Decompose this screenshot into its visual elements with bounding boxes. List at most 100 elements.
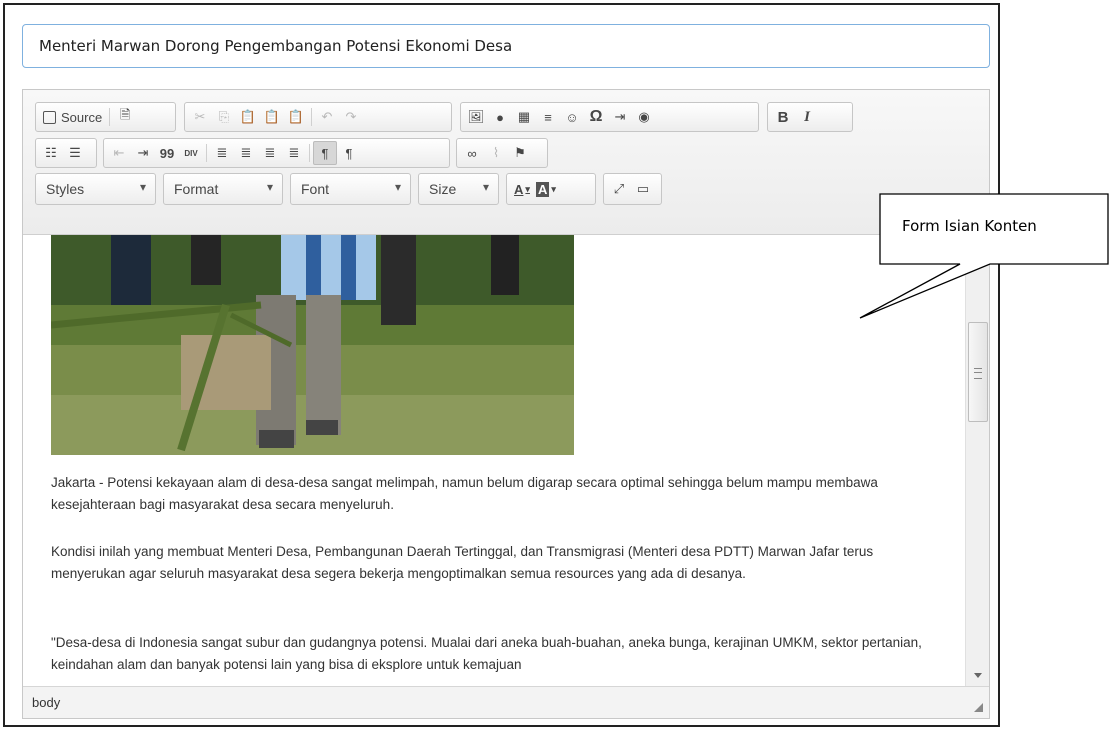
copy-button[interactable]: ⎘ — [212, 105, 236, 129]
link-button[interactable]: ∞ — [460, 141, 484, 165]
globe-icon: ◉ — [638, 109, 650, 124]
div-button[interactable]: DIV — [179, 141, 203, 165]
anchor-button[interactable]: ⚑ — [508, 141, 532, 165]
dropdown-arrow-icon: ▾ — [551, 183, 556, 194]
source-button[interactable]: Source — [39, 105, 106, 129]
align-right-button[interactable]: ≣ — [258, 141, 282, 165]
dropdown-arrow-icon: ▾ — [482, 180, 489, 194]
flash-button[interactable]: ● — [488, 105, 512, 129]
smiley-icon: ☺ — [565, 109, 579, 125]
show-blocks-button[interactable]: ▭ — [631, 177, 655, 201]
horizontal-rule-icon: ≡ — [544, 109, 552, 125]
maximize-button[interactable]: ⤢ — [607, 177, 631, 201]
editor-content[interactable]: Jakarta - Potensi kekayaan alam di desa-… — [23, 235, 965, 686]
redo-icon: ↷ — [345, 109, 357, 124]
italic-label: I — [804, 108, 810, 125]
paste-text-icon: 📋 — [263, 109, 281, 124]
italic-button[interactable]: I — [795, 105, 819, 129]
paste-button[interactable]: 📋 — [236, 105, 260, 129]
element-path[interactable]: body — [32, 695, 60, 710]
show-blocks-icon: ▭ — [636, 181, 650, 196]
bg-color-button[interactable]: A ▾ — [534, 177, 558, 201]
ltr-button[interactable]: ¶ — [313, 141, 337, 165]
special-char-button[interactable]: Ω — [584, 105, 608, 129]
separator — [309, 144, 310, 162]
title-input[interactable] — [22, 24, 990, 68]
vertical-scrollbar[interactable] — [965, 235, 989, 686]
table-button[interactable]: ▦ — [512, 105, 536, 129]
numbered-list-button[interactable]: ☷ — [39, 141, 63, 165]
align-center-button[interactable]: ≣ — [234, 141, 258, 165]
source-group: Source 🗎 — [35, 102, 176, 132]
dropdown-arrow-icon: ▾ — [266, 180, 273, 194]
paste-word-button[interactable]: 📋 — [284, 105, 308, 129]
unlink-icon: ⌇ — [492, 145, 500, 160]
align-left-button[interactable]: ≣ — [210, 141, 234, 165]
size-label: Size — [429, 181, 457, 197]
text-rtl-icon: ¶ — [345, 145, 353, 161]
resize-handle-icon[interactable] — [974, 703, 983, 712]
colors-group: A ▾ A ▾ — [506, 173, 596, 205]
scrollbar-thumb[interactable] — [968, 322, 988, 422]
source-label: Source — [61, 109, 103, 125]
horizontal-rule-button[interactable]: ≡ — [536, 105, 560, 129]
source-icon — [43, 110, 56, 124]
paragraph-group: ⇤ ⇥ 99 DIV ≣ ≣ ≣ ≣ ¶ ¶ — [103, 138, 450, 168]
dropdown-arrow-icon: ▾ — [394, 180, 401, 194]
outdent-button[interactable]: ⇤ — [107, 141, 131, 165]
smiley-button[interactable]: ☺ — [560, 105, 584, 129]
scroll-down-icon[interactable] — [974, 673, 982, 678]
indent-button[interactable]: ⇥ — [131, 141, 155, 165]
format-label: Format — [174, 181, 219, 197]
separator — [206, 144, 207, 162]
size-dropdown[interactable]: Size ▾ — [418, 173, 499, 205]
grip-icon — [974, 368, 982, 379]
cut-button[interactable]: ✂ — [188, 105, 212, 129]
text-color-icon: A — [514, 181, 524, 197]
styles-label: Styles — [46, 181, 85, 197]
editor-toolbar: Source 🗎 ✂ ⎘ 📋 📋 📋 ↶ ↷ 🖼 ● ▦ ≡ ☺ Ω ⇥ ◉ B… — [23, 90, 989, 235]
list-group: ☷ ☰ — [35, 138, 97, 168]
preview-button[interactable]: 🗎 — [113, 105, 137, 129]
paragraph: Jakarta - Potensi kekayaan alam di desa-… — [51, 475, 878, 512]
justify-button[interactable]: ≣ — [282, 141, 306, 165]
tools-group: ⤢ ▭ — [603, 173, 662, 205]
iframe-button[interactable]: ◉ — [632, 105, 656, 129]
image-icon: 🖼 — [467, 109, 485, 124]
indent-icon: ⇥ — [137, 145, 149, 160]
align-left-icon: ≣ — [216, 145, 228, 160]
format-dropdown[interactable]: Format ▾ — [163, 173, 283, 205]
font-dropdown[interactable]: Font ▾ — [290, 173, 411, 205]
callout-label: Form Isian Konten — [902, 217, 1037, 235]
table-icon: ▦ — [517, 109, 531, 124]
dropdown-arrow-icon: ▾ — [139, 180, 146, 194]
rich-text-editor: Source 🗎 ✂ ⎘ 📋 📋 📋 ↶ ↷ 🖼 ● ▦ ≡ ☺ Ω ⇥ ◉ B… — [22, 89, 990, 719]
blockquote-button[interactable]: 99 — [155, 141, 179, 165]
bg-color-icon: A — [536, 181, 550, 197]
separator — [311, 108, 312, 126]
editor-status-bar: body — [23, 686, 989, 718]
bold-button[interactable]: B — [771, 105, 795, 129]
basic-styles-group: B I — [767, 102, 853, 132]
photo-illustration — [51, 235, 574, 455]
outdent-icon: ⇤ — [113, 145, 125, 160]
bulleted-list-button[interactable]: ☰ — [63, 141, 87, 165]
undo-button[interactable]: ↶ — [315, 105, 339, 129]
rtl-button[interactable]: ¶ — [337, 141, 361, 165]
document-icon: 🗎 — [119, 107, 131, 122]
unlink-button[interactable]: ⌇ — [484, 141, 508, 165]
redo-button[interactable]: ↷ — [339, 105, 363, 129]
maximize-icon: ⤢ — [613, 181, 625, 196]
paste-text-button[interactable]: 📋 — [260, 105, 284, 129]
undo-icon: ↶ — [321, 109, 333, 124]
bold-label: B — [777, 108, 789, 126]
paste-icon: 📋 — [239, 109, 257, 124]
page-frame: Source 🗎 ✂ ⎘ 📋 📋 📋 ↶ ↷ 🖼 ● ▦ ≡ ☺ — [3, 3, 1000, 727]
page-break-button[interactable]: ⇥ — [608, 105, 632, 129]
image-button[interactable]: 🖼 — [464, 105, 488, 129]
font-label: Font — [301, 181, 330, 197]
bulleted-list-icon: ☰ — [69, 145, 81, 160]
page-break-icon: ⇥ — [614, 109, 626, 124]
text-color-button[interactable]: A ▾ — [510, 177, 534, 201]
styles-dropdown[interactable]: Styles ▾ — [35, 173, 156, 205]
